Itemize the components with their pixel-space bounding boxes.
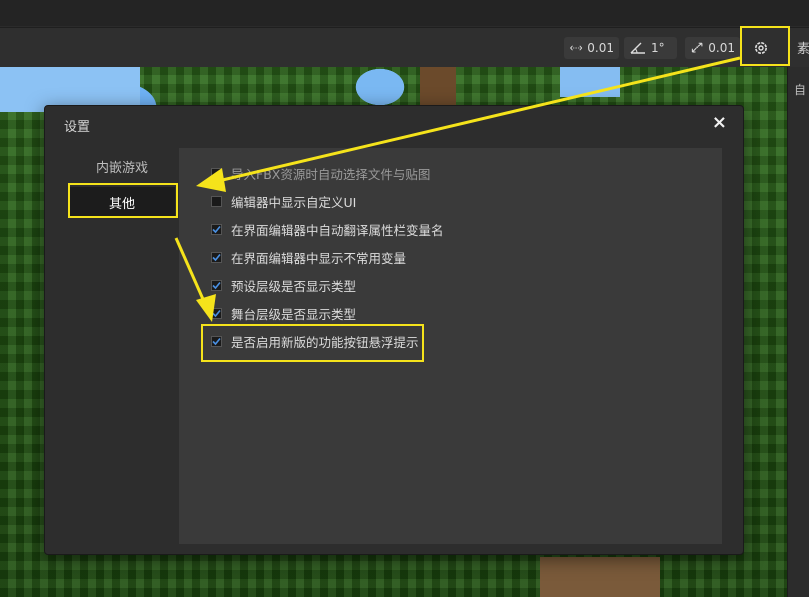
right-panel-label: 自: [794, 83, 807, 97]
option-label: 编辑器中显示自定义UI: [231, 194, 357, 210]
checkmark-icon: [212, 225, 221, 233]
checkbox[interactable]: [211, 335, 222, 347]
move-snap-value: 0.01: [587, 41, 614, 55]
option-preset-layer-type[interactable]: 预设层级是否显示类型: [211, 275, 356, 295]
right-panel-tab[interactable]: 素: [797, 38, 809, 57]
checkbox[interactable]: [211, 307, 222, 319]
sky-patch: [560, 67, 620, 97]
move-snap-icon: [570, 45, 583, 51]
editor-toolbar: 0.01 1° 0.01: [0, 27, 809, 68]
checkmark-icon: [212, 281, 221, 289]
checkbox[interactable]: [211, 251, 222, 263]
option-stage-layer-type[interactable]: 舞台层级是否显示类型: [211, 303, 356, 323]
option-label: 在界面编辑器中显示不常用变量: [231, 250, 407, 266]
scale-snap-control[interactable]: 0.01: [685, 37, 740, 59]
option-show-custom-ui[interactable]: 编辑器中显示自定义UI: [211, 191, 356, 211]
tab-label: 其他: [108, 196, 135, 212]
settings-content: 导入FBX资源时自动选择文件与贴图 编辑器中显示自定义UI 在界面编辑器中自动翻…: [179, 148, 722, 544]
dialog-title: 设置: [64, 120, 91, 135]
checkmark-icon: [212, 337, 221, 345]
scale-snap-value: 0.01: [708, 41, 735, 55]
move-snap-control[interactable]: 0.01: [564, 37, 619, 59]
angle-icon: [630, 42, 645, 54]
option-auto-translate-vars[interactable]: 在界面编辑器中自动翻译属性栏变量名: [211, 219, 444, 239]
tab-other[interactable]: 其他: [69, 187, 175, 217]
checkbox[interactable]: [211, 223, 222, 235]
rotate-snap-control[interactable]: 1°: [624, 37, 677, 59]
dialog-header: 设置 ×: [45, 106, 743, 140]
scale-icon: [691, 42, 703, 53]
dirt-block: [540, 557, 660, 597]
option-label: 舞台层级是否显示类型: [231, 306, 357, 322]
settings-sidebar: 内嵌游戏 其他: [65, 148, 179, 544]
checkmark-icon: [212, 309, 221, 317]
checkbox[interactable]: [211, 195, 222, 207]
option-import-fbx[interactable]: 导入FBX资源时自动选择文件与贴图: [211, 163, 430, 183]
option-label: 是否启用新版的功能按钮悬浮提示: [231, 334, 419, 350]
right-side-panel: 自: [787, 67, 809, 597]
tab-embedded-game[interactable]: 内嵌游戏: [69, 151, 175, 181]
option-label: 在界面编辑器中自动翻译属性栏变量名: [231, 222, 444, 238]
tree-trunk: [420, 67, 456, 107]
option-label: 预设层级是否显示类型: [231, 278, 357, 294]
rotate-snap-value: 1°: [651, 41, 665, 55]
checkbox[interactable]: [211, 279, 222, 291]
option-new-tooltip[interactable]: 是否启用新版的功能按钮悬浮提示: [211, 331, 419, 351]
settings-button[interactable]: [745, 36, 777, 60]
settings-dialog: 设置 × 内嵌游戏 其他 导入FBX资源时自动选择文件与贴图 编辑器中显示自定义…: [44, 105, 744, 555]
tab-label: 内嵌游戏: [95, 160, 148, 176]
gear-icon: [755, 42, 767, 54]
checkmark-icon: [212, 253, 221, 261]
option-label: 导入FBX资源时自动选择文件与贴图: [231, 166, 431, 182]
top-menu-bar: [0, 0, 809, 26]
option-show-uncommon-vars[interactable]: 在界面编辑器中显示不常用变量: [211, 247, 406, 267]
checkbox[interactable]: [211, 167, 222, 179]
close-icon[interactable]: ×: [712, 112, 727, 133]
